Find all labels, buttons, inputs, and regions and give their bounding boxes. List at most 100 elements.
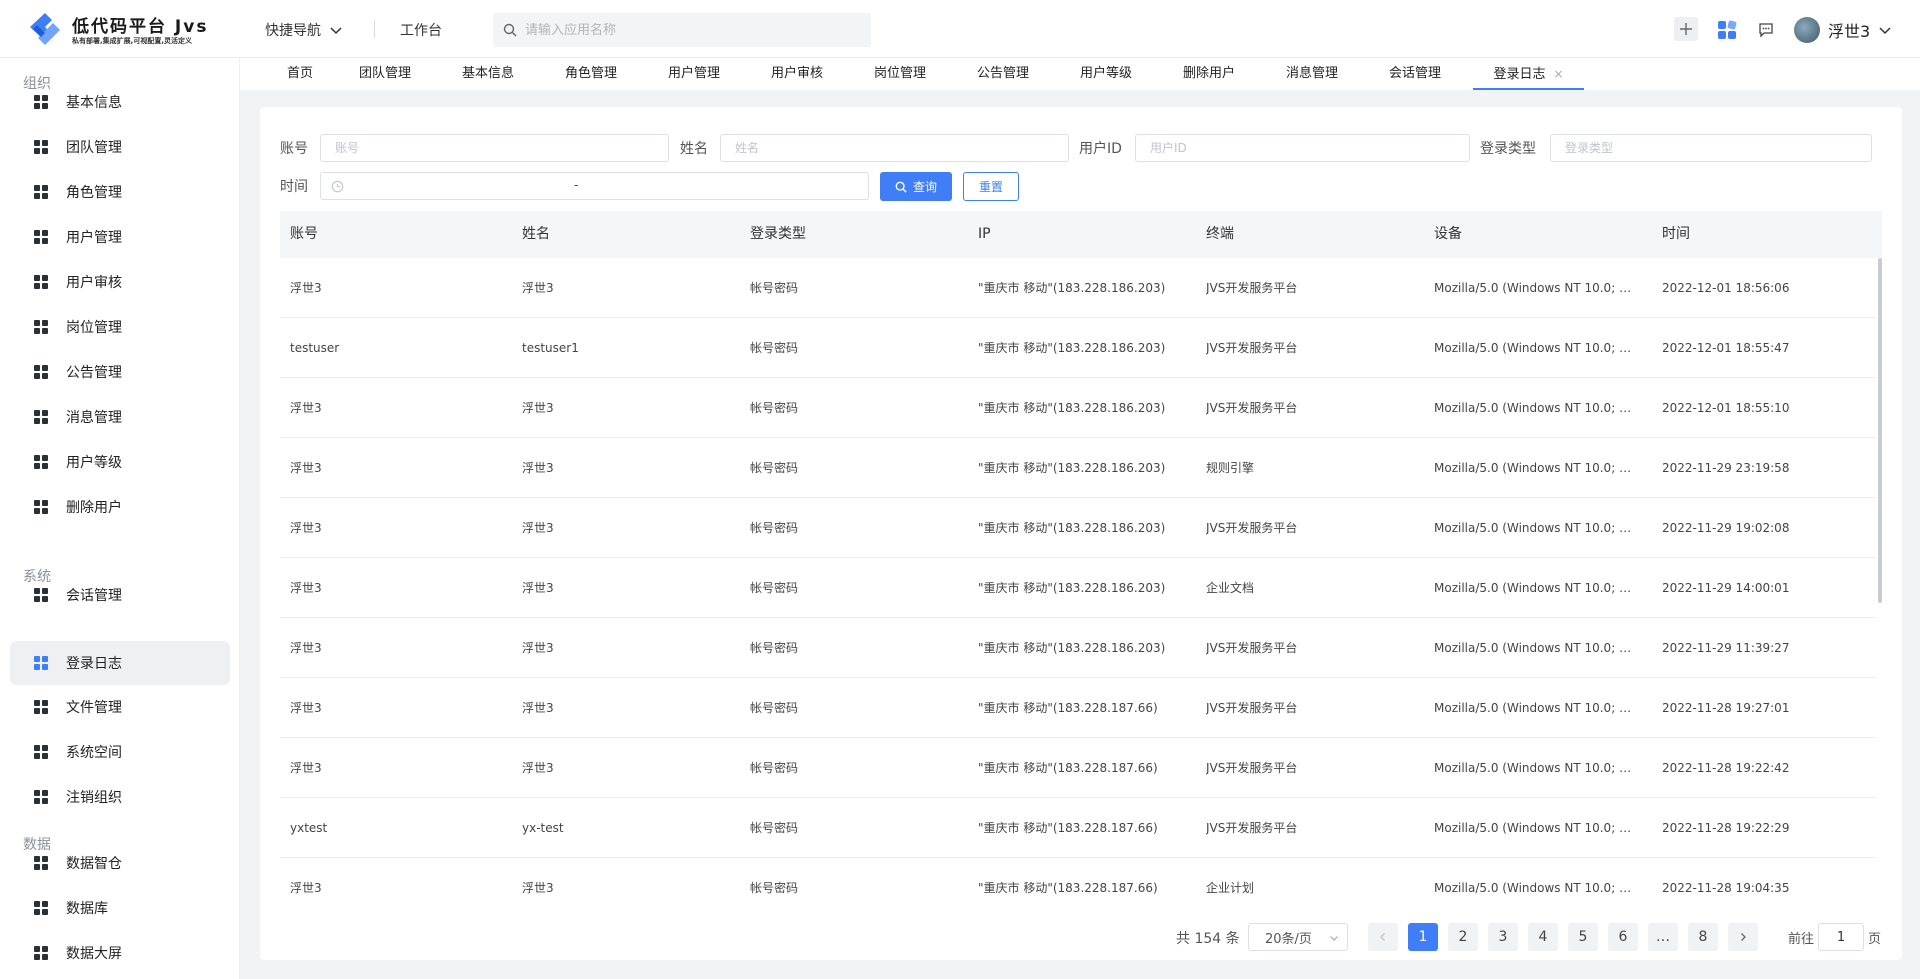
cell-time: 2022-11-29 11:39:27 bbox=[1662, 641, 1790, 655]
search-input[interactable] bbox=[525, 22, 845, 38]
sidebar-item-sessions[interactable]: 会话管理 bbox=[10, 573, 230, 617]
table-row[interactable]: 浮世3 浮世3 帐号密码 "重庆市 移动"(183.228.186.203) JVS开发… bbox=[280, 618, 1876, 678]
tab-home[interactable]: 首页 bbox=[280, 58, 320, 90]
table-row[interactable]: yxtest yx-test 帐号密码 "重庆市 移动"(183.228.187.66… bbox=[280, 798, 1876, 858]
table-row[interactable]: 浮世3 浮世3 帐号密码 "重庆市 移动"(183.228.186.203) JVS开发… bbox=[280, 498, 1876, 558]
cell-ip: "重庆市 移动"(183.228.186.203) bbox=[978, 401, 1166, 415]
sidebar-item-deleted-users[interactable]: 删除用户 bbox=[10, 485, 230, 529]
close-icon[interactable]: × bbox=[1553, 67, 1563, 81]
page-size-select[interactable]: 20条/页 bbox=[1248, 923, 1348, 951]
table-row[interactable]: 浮世3 浮世3 帐号密码 "重庆市 移动"(183.228.186.203) 规则引擎 M… bbox=[280, 438, 1876, 498]
prev-page-button[interactable] bbox=[1368, 923, 1398, 951]
table-row[interactable]: 浮世3 浮世3 帐号密码 "重庆市 移动"(183.228.187.66) 企业计划 Mo… bbox=[280, 858, 1876, 903]
sidebar-item-label: 基本信息 bbox=[66, 95, 122, 111]
app-search[interactable] bbox=[493, 13, 871, 47]
tab-team[interactable]: 团队管理 bbox=[350, 58, 420, 90]
apps-button[interactable] bbox=[1715, 18, 1739, 42]
sidebar-item-files[interactable]: 文件管理 bbox=[10, 685, 230, 729]
table-row[interactable]: 浮世3 浮世3 帐号密码 "重庆市 移动"(183.228.186.203) JVS开发… bbox=[280, 378, 1876, 438]
tab-messages[interactable]: 消息管理 bbox=[1277, 58, 1347, 90]
table-row[interactable]: 浮世3 浮世3 帐号密码 "重庆市 移动"(183.228.186.203) 企业文档 M… bbox=[280, 558, 1876, 618]
goto-page-input[interactable] bbox=[1818, 923, 1864, 951]
sidebar-item-user-levels[interactable]: 用户等级 bbox=[10, 440, 230, 484]
cell-name: 浮世3 bbox=[522, 761, 554, 775]
page-3[interactable]: 3 bbox=[1488, 923, 1518, 951]
table-row[interactable]: 浮世3 浮世3 帐号密码 "重庆市 移动"(183.228.187.66) JVS开发服… bbox=[280, 678, 1876, 738]
table-row[interactable]: testuser testuser1 帐号密码 "重庆市 移动"(183.228.18… bbox=[280, 318, 1876, 378]
sidebar-item-deactivate-org[interactable]: 注销组织 bbox=[10, 775, 230, 819]
message-button[interactable] bbox=[1754, 18, 1778, 42]
query-button[interactable]: 查询 bbox=[880, 172, 952, 201]
login-type-select[interactable] bbox=[1550, 134, 1872, 162]
grid-icon bbox=[34, 901, 48, 915]
tab-users[interactable]: 用户管理 bbox=[659, 58, 729, 90]
cell-ip: "重庆市 移动"(183.228.186.203) bbox=[978, 581, 1166, 595]
sidebar-item-positions[interactable]: 岗位管理 bbox=[10, 305, 230, 349]
page-8[interactable]: 8 bbox=[1688, 923, 1718, 951]
workbench-link[interactable]: 工作台 bbox=[400, 20, 442, 40]
sidebar-item-user-review[interactable]: 用户审核 bbox=[10, 260, 230, 304]
cell-name: 浮世3 bbox=[522, 281, 554, 295]
next-page-button[interactable] bbox=[1728, 923, 1758, 951]
add-button[interactable] bbox=[1674, 17, 1698, 41]
tab-positions[interactable]: 岗位管理 bbox=[865, 58, 935, 90]
header-divider bbox=[374, 20, 375, 38]
sidebar-item-system-space[interactable]: 系统空间 bbox=[10, 730, 230, 774]
sidebar-item-data-warehouse[interactable]: 数据智仓 bbox=[10, 841, 230, 885]
cell-terminal: JVS开发服务平台 bbox=[1206, 641, 1298, 655]
grid-icon bbox=[34, 230, 48, 244]
tab-roles[interactable]: 角色管理 bbox=[556, 58, 626, 90]
table-row[interactable]: 浮世3 浮世3 帐号密码 "重庆市 移动"(183.228.186.203) JVS开发… bbox=[280, 258, 1876, 318]
cell-name: 浮世3 bbox=[522, 461, 554, 475]
plus-icon bbox=[1680, 23, 1692, 35]
cell-ip: "重庆市 移动"(183.228.186.203) bbox=[978, 521, 1166, 535]
grid-icon bbox=[34, 700, 48, 714]
grid-icon bbox=[34, 185, 48, 199]
sidebar-item-team[interactable]: 团队管理 bbox=[10, 125, 230, 169]
reset-button[interactable]: 重置 bbox=[963, 172, 1019, 201]
tab-deleted-users[interactable]: 删除用户 bbox=[1174, 58, 1244, 90]
page-5[interactable]: 5 bbox=[1568, 923, 1598, 951]
tab-basic-info[interactable]: 基本信息 bbox=[453, 58, 523, 90]
page-2[interactable]: 2 bbox=[1448, 923, 1478, 951]
cell-name: 浮世3 bbox=[522, 581, 554, 595]
user-menu[interactable]: 浮世3 bbox=[1794, 17, 1892, 43]
cell-device: Mozilla/5.0 (Windows NT 10.0; Win64; x64… bbox=[1434, 701, 1639, 715]
time-range-picker[interactable]: - bbox=[320, 172, 869, 200]
chevron-down-icon bbox=[330, 27, 342, 35]
sidebar-item-announcements[interactable]: 公告管理 bbox=[10, 350, 230, 394]
page-6[interactable]: 6 bbox=[1608, 923, 1638, 951]
sidebar-item-roles[interactable]: 角色管理 bbox=[10, 170, 230, 214]
grid-icon bbox=[34, 588, 48, 602]
grid-icon bbox=[34, 275, 48, 289]
grid-icon bbox=[34, 140, 48, 154]
cell-account: yxtest bbox=[290, 821, 328, 835]
sidebar-item-messages[interactable]: 消息管理 bbox=[10, 395, 230, 439]
app-logo[interactable]: 低代码平台 Jvs 私有部署,集成扩展,可视配置,灵活定义 bbox=[26, 9, 226, 49]
tab-sessions[interactable]: 会话管理 bbox=[1380, 58, 1450, 90]
sidebar-item-label: 角色管理 bbox=[66, 185, 122, 201]
account-input[interactable] bbox=[320, 134, 669, 162]
tab-user-levels[interactable]: 用户等级 bbox=[1071, 58, 1141, 90]
tab-announcements[interactable]: 公告管理 bbox=[968, 58, 1038, 90]
sidebar-item-users[interactable]: 用户管理 bbox=[10, 215, 230, 259]
time-range-separator: - bbox=[574, 178, 579, 192]
search-icon bbox=[895, 181, 907, 193]
cell-login-type: 帐号密码 bbox=[750, 761, 799, 775]
quick-nav-dropdown[interactable]: 快捷导航 bbox=[265, 20, 343, 40]
page-ellipsis[interactable]: … bbox=[1648, 923, 1678, 951]
sidebar-item-basic-info[interactable]: 基本信息 bbox=[10, 80, 230, 124]
cell-ip: "重庆市 移动"(183.228.186.203) bbox=[978, 461, 1166, 475]
name-input[interactable] bbox=[720, 134, 1069, 162]
table-row[interactable]: 浮世3 浮世3 帐号密码 "重庆市 移动"(183.228.187.66) JVS开发服… bbox=[280, 738, 1876, 798]
cell-device: Mozilla/5.0 (Windows NT 10.0; Win64; x64… bbox=[1434, 401, 1639, 415]
tab-login-log[interactable]: 登录日志 × bbox=[1473, 58, 1584, 90]
page-4[interactable]: 4 bbox=[1528, 923, 1558, 951]
page-1[interactable]: 1 bbox=[1408, 923, 1438, 951]
grid-icon bbox=[34, 790, 48, 804]
table-scrollbar[interactable] bbox=[1878, 258, 1882, 603]
tab-user-review[interactable]: 用户审核 bbox=[762, 58, 832, 90]
sidebar-item-login-log[interactable]: 登录日志 bbox=[10, 641, 230, 685]
cell-login-type: 帐号密码 bbox=[750, 701, 799, 715]
userid-input[interactable] bbox=[1135, 134, 1470, 162]
